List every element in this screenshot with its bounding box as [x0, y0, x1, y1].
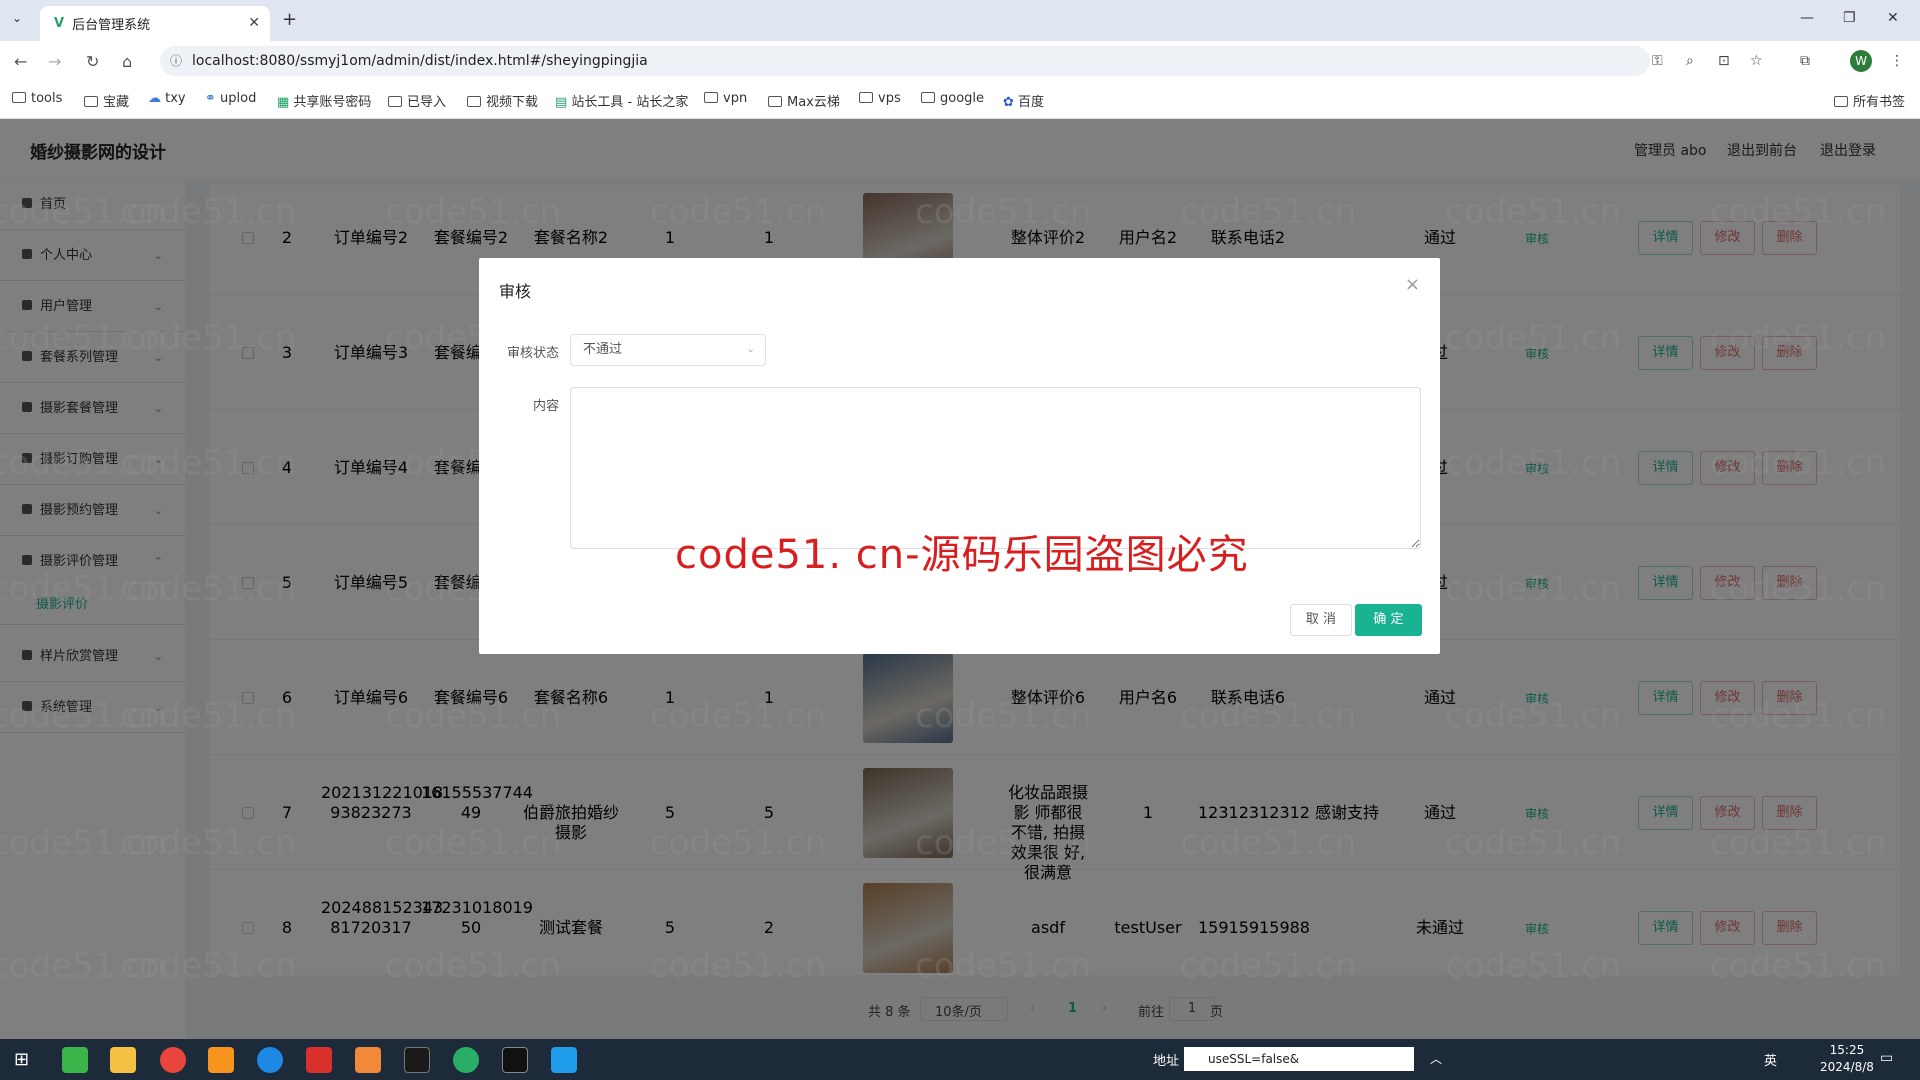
wps-icon[interactable]: [306, 1047, 332, 1073]
address-bar-row: ← → ↻ ⌂ ⓘ localhost:8080/ssmyj1om/admin/…: [0, 41, 1920, 81]
bookmark-item[interactable]: ✿ 百度: [1003, 91, 1044, 110]
edge-icon[interactable]: [257, 1047, 283, 1073]
sublime-icon[interactable]: [208, 1047, 234, 1073]
status-value: 不通过: [583, 342, 623, 357]
clock[interactable]: 15:25 2024/8/8: [1820, 1042, 1874, 1076]
site-info-icon[interactable]: ⓘ: [170, 46, 182, 76]
bookmark-star-icon[interactable]: ☆: [1750, 53, 1763, 69]
content-label: 内容: [532, 399, 559, 414]
dialog-title: 审核: [499, 282, 532, 301]
folder-icon: [1834, 96, 1848, 107]
ime-indicator[interactable]: 英: [1764, 1050, 1777, 1069]
new-tab-icon[interactable]: +: [282, 9, 297, 30]
chrome-icon[interactable]: [160, 1047, 186, 1073]
bookmarks-bar: tools 宝藏 ☁ txy ⚭ uplod ▦ 共享账号密码 已导入 视频下载…: [0, 81, 1920, 119]
extensions-icon[interactable]: ⧉: [1800, 53, 1810, 69]
browser-tab-bar: ⌄ V 后台管理系统 ✕ + — ❐ ✕: [0, 0, 1920, 41]
status-label: 审核状态: [506, 346, 559, 361]
browser-tab[interactable]: V 后台管理系统 ✕: [40, 6, 270, 41]
clock-time: 15:25: [1829, 1043, 1865, 1057]
bookmark-item[interactable]: Max云梯: [768, 91, 840, 110]
tab-search-icon[interactable]: ⌄: [12, 11, 22, 25]
minimize-icon[interactable]: —: [1800, 10, 1814, 26]
bookmark-item[interactable]: vpn: [704, 91, 747, 106]
intellij-icon[interactable]: [404, 1047, 430, 1073]
bookmark-item[interactable]: 已导入: [388, 91, 446, 110]
tab-title: 后台管理系统: [72, 18, 151, 33]
cloud-icon: ☁: [148, 91, 166, 106]
taskbar-address-label: 地址: [1153, 1054, 1180, 1069]
bookmark-item[interactable]: 宝藏: [84, 91, 129, 110]
confirm-button[interactable]: 确 定: [1355, 604, 1422, 636]
folder-icon: [388, 96, 402, 107]
close-tab-icon[interactable]: ✕: [248, 15, 260, 31]
zoom-icon[interactable]: ⌕: [1686, 53, 1694, 69]
copyright-stamp: code51. cn-源码乐园盗图必究: [675, 532, 1249, 578]
chart-icon: ▤: [555, 95, 572, 110]
chevron-down-icon: ⌄: [746, 344, 755, 355]
folder-icon: [768, 96, 782, 107]
link-icon: ⚭: [205, 91, 221, 106]
bookmark-item[interactable]: ☁ txy: [148, 91, 186, 106]
url-input[interactable]: ⓘ localhost:8080/ssmyj1om/admin/dist/ind…: [160, 46, 1650, 76]
status-select[interactable]: 不通过 ⌄: [570, 334, 766, 366]
screenshot-icon[interactable]: ⊡: [1718, 53, 1730, 69]
app-icon-orange[interactable]: [355, 1047, 381, 1073]
url-text: localhost:8080/ssmyj1om/admin/dist/index…: [192, 53, 648, 69]
taskbar: ⊞ 地址 useSSL=false& ︿ 英 15:25 2024/8/8 ▭: [0, 1039, 1920, 1080]
bookmark-item[interactable]: tools: [12, 91, 62, 106]
folder-icon: [921, 92, 935, 103]
bookmark-item[interactable]: 视频下载: [467, 91, 538, 110]
profile-avatar[interactable]: W: [1850, 50, 1872, 72]
all-bookmarks[interactable]: 所有书签: [1834, 91, 1905, 110]
forward-icon[interactable]: →: [48, 52, 61, 71]
folder-icon: [84, 96, 98, 107]
browser-menu-icon[interactable]: ⋮: [1890, 53, 1904, 69]
sheet-icon: ▦: [277, 95, 294, 110]
bookmark-item[interactable]: vps: [859, 91, 901, 106]
notification-icon[interactable]: ▭: [1880, 1050, 1893, 1066]
vue-icon: V: [54, 16, 65, 31]
password-key-icon[interactable]: ⚿: [1652, 53, 1663, 69]
bookmark-item[interactable]: ▦ 共享账号密码: [277, 91, 371, 110]
file-explorer-icon[interactable]: [110, 1047, 136, 1073]
home-icon[interactable]: ⌂: [122, 52, 132, 71]
reload-icon[interactable]: ↻: [86, 52, 99, 71]
close-window-icon[interactable]: ✕: [1887, 10, 1899, 26]
cancel-button[interactable]: 取 消: [1290, 604, 1352, 636]
app-icon-360[interactable]: [62, 1047, 88, 1073]
paw-icon: ✿: [1003, 95, 1019, 110]
audit-dialog: 审核 × 审核状态 不通过 ⌄ 内容 取 消 确 定: [479, 258, 1440, 654]
tray-up-icon[interactable]: ︿: [1430, 1050, 1442, 1067]
clock-date: 2024/8/8: [1820, 1060, 1874, 1074]
bookmark-item[interactable]: ▤ 站长工具 - 站长之家: [555, 91, 688, 110]
folder-icon: [12, 92, 26, 103]
close-icon[interactable]: ×: [1405, 274, 1420, 295]
windows-start-icon[interactable]: ⊞: [14, 1049, 29, 1070]
taskbar-address-input[interactable]: useSSL=false&: [1184, 1047, 1414, 1071]
folder-icon: [467, 96, 481, 107]
terminal-icon[interactable]: [502, 1047, 528, 1073]
back-icon[interactable]: ←: [14, 52, 27, 71]
wechat-icon[interactable]: [453, 1047, 479, 1073]
app-icon-blue[interactable]: [551, 1047, 577, 1073]
folder-icon: [704, 92, 718, 103]
bookmark-item[interactable]: google: [921, 91, 984, 106]
bookmark-item[interactable]: ⚭ uplod: [205, 91, 256, 106]
restore-icon[interactable]: ❐: [1843, 10, 1856, 26]
folder-icon: [859, 92, 873, 103]
